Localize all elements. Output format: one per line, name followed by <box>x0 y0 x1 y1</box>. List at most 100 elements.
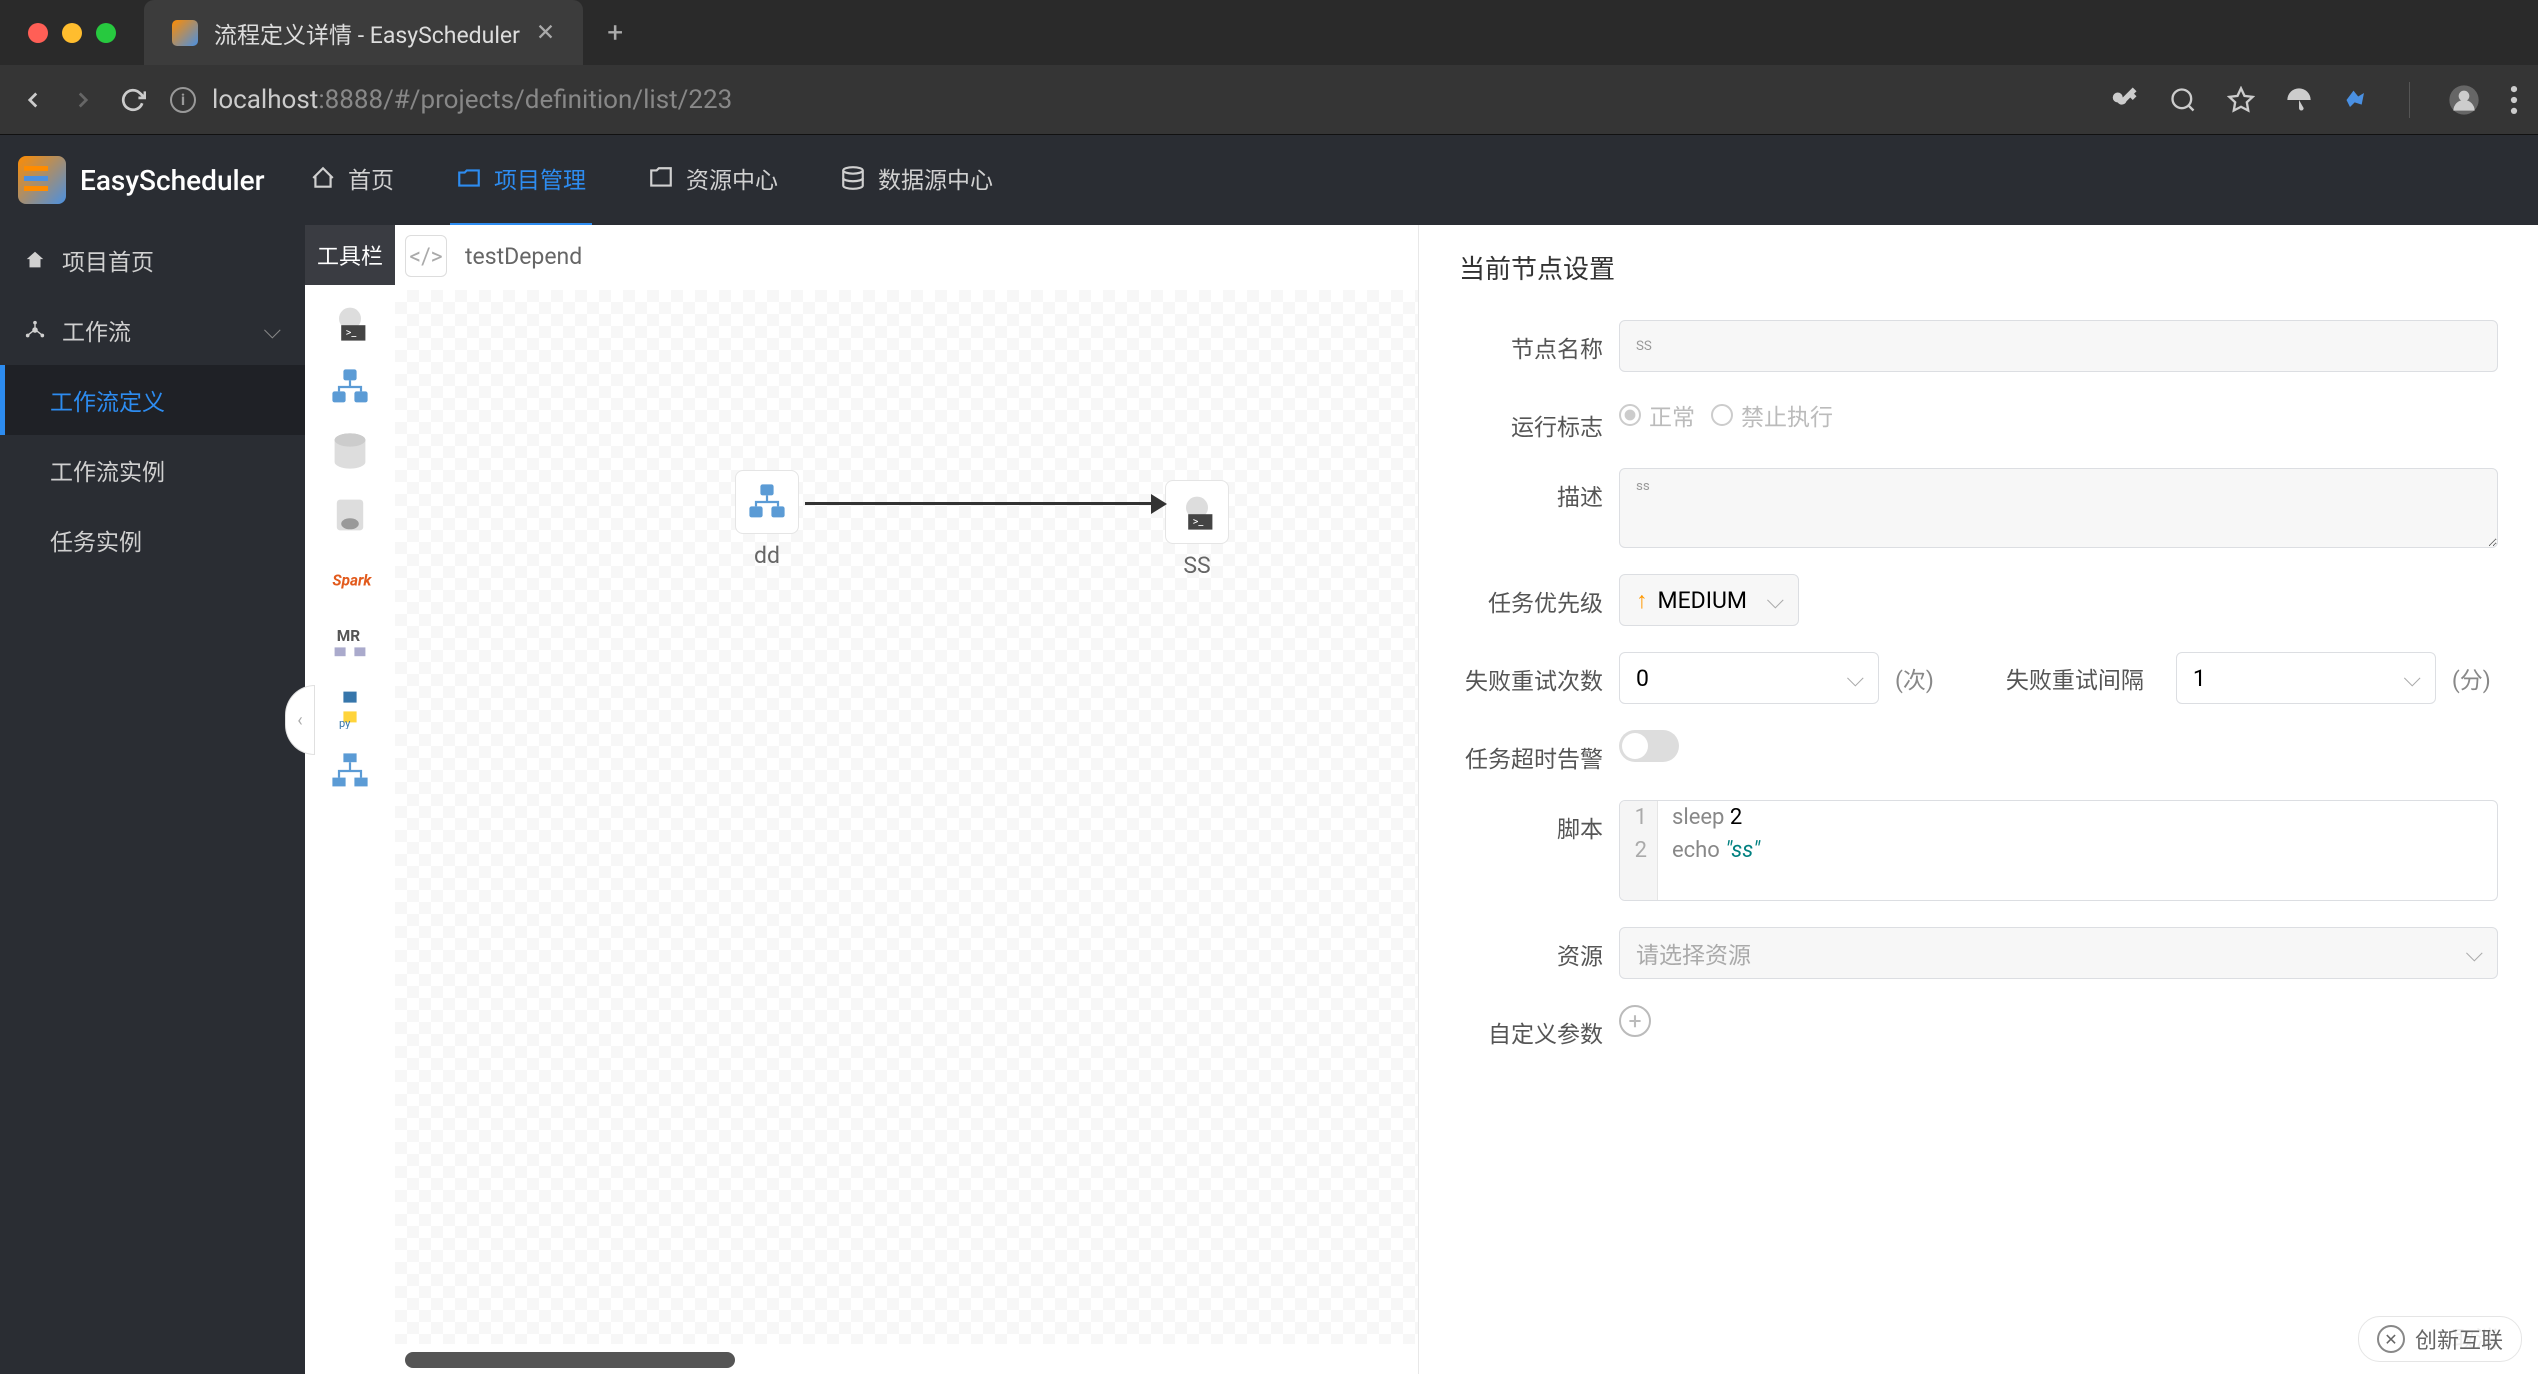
watermark-badge: ✕ 创新互联 <box>2358 1316 2522 1362</box>
node-label: SS <box>1183 552 1210 579</box>
label-script: 脚本 <box>1459 800 1619 844</box>
macos-titlebar: 流程定义详情 - EasyScheduler ✕ + <box>0 0 2538 65</box>
nav-project[interactable]: 项目管理 <box>450 133 592 227</box>
timeout-toggle[interactable] <box>1619 730 1679 762</box>
nav-resource-label: 资源中心 <box>686 161 778 195</box>
script-editor[interactable]: 1sleep 2 2echo "ss" <box>1619 800 2498 901</box>
arrow-up-icon: ↑ <box>1636 587 1648 614</box>
umbrella-icon[interactable] <box>2285 86 2313 114</box>
back-button[interactable] <box>20 87 46 113</box>
nav-project-label: 项目管理 <box>494 161 586 195</box>
retry-interval-unit: (分) <box>2452 661 2491 695</box>
url-text: localhost:8888/#/projects/definition/lis… <box>212 85 732 115</box>
tool-sql[interactable] <box>322 423 378 479</box>
site-info-icon[interactable]: i <box>170 87 196 113</box>
key-icon[interactable] <box>2109 85 2139 115</box>
label-timeout: 任务超时告警 <box>1459 730 1619 774</box>
sidebar-item-workflow-def[interactable]: 工作流定义 <box>0 365 305 435</box>
app-logo[interactable]: EasyScheduler <box>18 156 304 204</box>
dag-toolbar: 工具栏 >_ Spark MR py <box>305 225 395 1374</box>
code-view-button[interactable]: </> <box>405 235 447 277</box>
tool-procedure[interactable] <box>322 487 378 543</box>
sidebar-item-label: 项目首页 <box>62 243 154 277</box>
dag-node-dd[interactable]: dd <box>735 470 799 569</box>
tool-python[interactable]: py <box>322 679 378 735</box>
dag-canvas[interactable]: dd >_ SS <box>395 290 1418 1344</box>
label-resources: 资源 <box>1459 927 1619 971</box>
desc-textarea[interactable]: ss <box>1619 468 2498 548</box>
nav-datasource-label: 数据源中心 <box>878 161 993 195</box>
dag-node-ss[interactable]: >_ SS <box>1165 480 1229 579</box>
sidebar-item-project-home[interactable]: 项目首页 <box>0 225 305 295</box>
menu-icon[interactable] <box>2510 86 2518 114</box>
sidebar: 项目首页 工作流 ⌵ 工作流定义 工作流实例 任务实例 <box>0 225 305 1374</box>
window-close-dot[interactable] <box>28 23 48 43</box>
label-retry-interval: 失败重试间隔 <box>2006 661 2160 695</box>
svg-text:>_: >_ <box>1193 515 1204 528</box>
sidebar-item-label: 工作流定义 <box>50 383 165 417</box>
node-label: dd <box>754 542 780 569</box>
nav-home[interactable]: 首页 <box>304 133 400 227</box>
tool-shell[interactable]: >_ <box>322 295 378 351</box>
forward-button[interactable] <box>70 87 96 113</box>
tool-mr[interactable]: MR <box>322 615 378 671</box>
label-custom-params: 自定义参数 <box>1459 1005 1619 1049</box>
tab-favicon <box>172 20 198 46</box>
horizontal-scrollbar[interactable] <box>405 1352 735 1368</box>
radio-run-normal[interactable]: 正常 <box>1619 398 1695 432</box>
arrow-head-icon <box>1151 494 1167 514</box>
retry-times-select[interactable]: 0 <box>1619 652 1879 704</box>
star-icon[interactable] <box>2227 86 2255 114</box>
dag-edge[interactable] <box>805 502 1155 505</box>
bird-icon[interactable] <box>2343 86 2371 114</box>
nav-resource[interactable]: 资源中心 <box>642 133 784 227</box>
logo-icon <box>18 156 66 204</box>
retry-interval-select[interactable]: 1 <box>2176 652 2436 704</box>
nav-datasource[interactable]: 数据源中心 <box>834 133 999 227</box>
window-max-dot[interactable] <box>96 23 116 43</box>
browser-tab[interactable]: 流程定义详情 - EasyScheduler ✕ <box>144 0 583 65</box>
panel-title: 当前节点设置 <box>1419 225 2538 310</box>
watermark-text: 创新互联 <box>2415 1323 2503 1355</box>
tab-close-icon[interactable]: ✕ <box>536 19 555 46</box>
reload-button[interactable] <box>120 87 146 113</box>
label-node-name: 节点名称 <box>1459 320 1619 364</box>
breadcrumb: testDepend <box>465 243 582 270</box>
node-settings-panel: 当前节点设置 节点名称 运行标志 正常 禁止执行 描述 ss 任务优先级 <box>1418 225 2538 1374</box>
radio-run-forbid[interactable]: 禁止执行 <box>1711 398 1833 432</box>
svg-text:>_: >_ <box>346 326 357 339</box>
svg-text:MR: MR <box>337 627 360 645</box>
node-name-input[interactable] <box>1619 320 2498 372</box>
breadcrumb-bar: </> testDepend <box>405 235 582 277</box>
watermark-icon: ✕ <box>2377 1325 2405 1353</box>
svg-text:py: py <box>339 717 351 729</box>
priority-select[interactable]: ↑ MEDIUM <box>1619 574 1799 626</box>
sidebar-item-task-inst[interactable]: 任务实例 <box>0 505 305 575</box>
priority-value: MEDIUM <box>1658 587 1748 614</box>
label-desc: 描述 <box>1459 468 1619 512</box>
tool-spark[interactable]: Spark <box>322 551 378 607</box>
browser-urlbar: i localhost:8888/#/projects/definition/l… <box>0 65 2538 135</box>
zoom-icon[interactable] <box>2169 86 2197 114</box>
sidebar-item-workflow-inst[interactable]: 工作流实例 <box>0 435 305 505</box>
retry-times-unit: (次) <box>1895 661 1934 695</box>
nav-home-label: 首页 <box>348 161 394 195</box>
label-priority: 任务优先级 <box>1459 574 1619 618</box>
tool-depend[interactable] <box>322 743 378 799</box>
resources-select[interactable]: 请选择资源 <box>1619 927 2498 979</box>
sidebar-item-label: 工作流实例 <box>50 453 165 487</box>
new-tab-button[interactable]: + <box>583 16 647 49</box>
tool-subprocess[interactable] <box>322 359 378 415</box>
toolbar-label: 工具栏 <box>305 225 395 285</box>
sidebar-item-workflow[interactable]: 工作流 ⌵ <box>0 295 305 365</box>
sidebar-item-label: 任务实例 <box>50 523 142 557</box>
label-retry-times: 失败重试次数 <box>1459 652 1619 696</box>
window-min-dot[interactable] <box>62 23 82 43</box>
profile-icon[interactable] <box>2448 84 2480 116</box>
sidebar-item-label: 工作流 <box>62 313 131 347</box>
url-field[interactable]: i localhost:8888/#/projects/definition/l… <box>170 85 2085 115</box>
label-run-flag: 运行标志 <box>1459 398 1619 442</box>
canvas-area: ‹ 工具栏 >_ Spark MR py </> testDepend dd <box>305 225 1418 1374</box>
add-param-button[interactable]: + <box>1619 1005 1651 1037</box>
chevron-down-icon: ⌵ <box>264 317 281 344</box>
